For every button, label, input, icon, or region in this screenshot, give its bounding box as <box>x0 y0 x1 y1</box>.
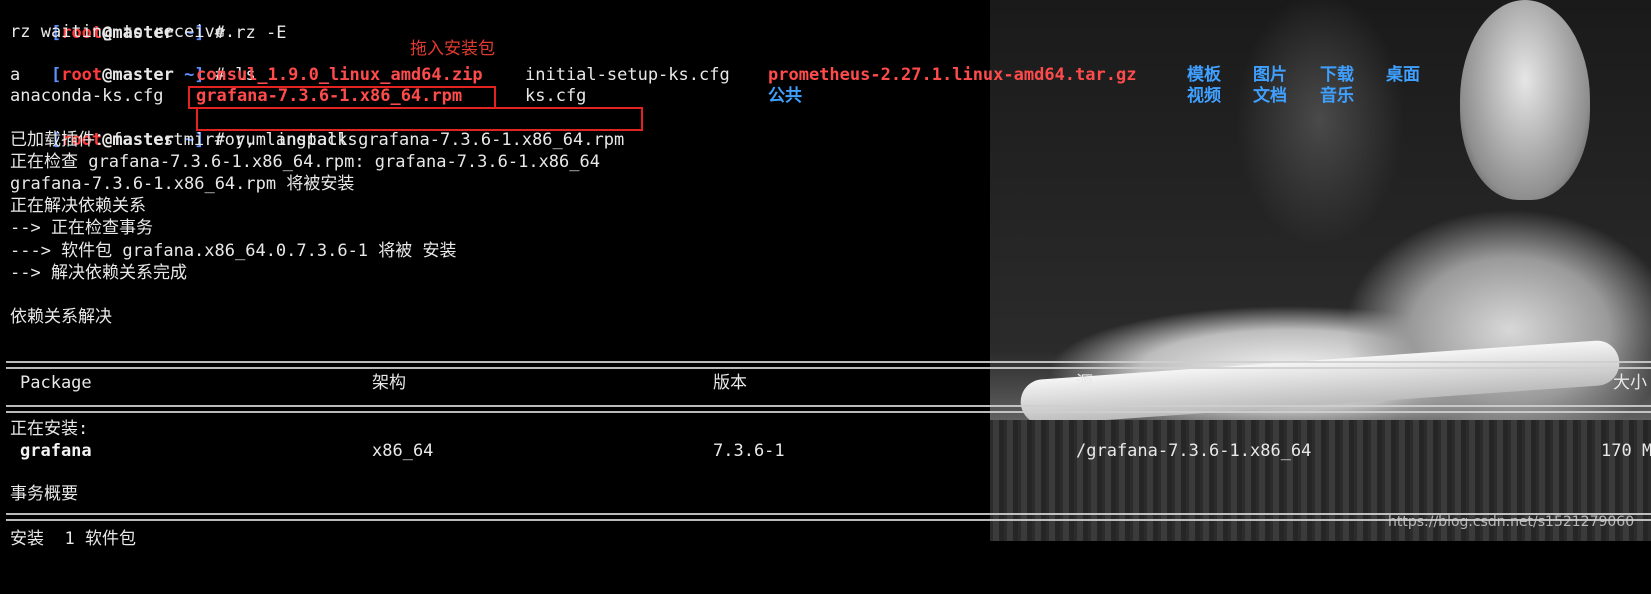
header-package: Package <box>20 373 92 393</box>
summary-title: 事务概要 <box>10 484 78 504</box>
header-size: 大小 <box>1613 373 1647 393</box>
annotation-drag-package: 拖入安装包 <box>410 39 495 59</box>
header-arch: 架构 <box>372 373 406 393</box>
prompt-line-rz: [root@master ~] # rz -E <box>10 0 287 43</box>
ls-dir-public: 公共 <box>768 86 802 106</box>
highlight-box-yum-command <box>196 107 643 131</box>
command-rz: rz -E <box>235 23 287 43</box>
ls-entry-prometheus: prometheus-2.27.1.linux-amd64.tar.gz <box>768 65 1137 85</box>
cell-version: 7.3.6-1 <box>713 441 785 461</box>
header-repo: 源 <box>1076 373 1093 393</box>
yum-output-line: 正在检查 grafana-7.3.6-1.x86_64.rpm: grafana… <box>10 152 600 172</box>
yum-output-line: 已加载插件：fastestmirror, langpacks <box>10 130 358 150</box>
terminal-window[interactable]: [root@master ~] # rz -E rz waiting to re… <box>0 0 1651 549</box>
ls-dir-videos: 视频 <box>1187 86 1221 106</box>
watermark: https://blog.csdn.net/s1521279060 <box>1388 514 1635 530</box>
ls-dir-documents: 文档 <box>1253 86 1287 106</box>
header-version: 版本 <box>713 373 747 393</box>
cell-arch: x86_64 <box>372 441 434 461</box>
ls-row-1: a consul_1.9.0_linux_amd64.zip initial-s… <box>0 64 1651 86</box>
summary-install-line: 安装 1 软件包 <box>10 529 136 549</box>
highlight-box-grafana-file <box>188 86 496 109</box>
ls-entry-consul: consul_1.9.0_linux_amd64.zip <box>196 65 483 85</box>
cell-repo: /grafana-7.3.6-1.x86_64 <box>1076 441 1312 461</box>
separator-rule <box>6 361 1651 369</box>
ls-dir-pictures: 图片 <box>1253 65 1287 85</box>
table-header-row: Package 架构 版本 源 大小 <box>0 372 1651 394</box>
ls-entry-ks: ks.cfg <box>525 86 587 106</box>
ls-dir-templates: 模板 <box>1187 65 1221 85</box>
ls-entry-a: a <box>10 65 21 85</box>
table-row: grafana x86_64 7.3.6-1 /grafana-7.3.6-1.… <box>0 440 1651 462</box>
yum-output-line: 依赖关系解决 <box>10 307 112 327</box>
ls-dir-downloads: 下载 <box>1320 65 1354 85</box>
yum-output-line: --> 解决依赖关系完成 <box>10 263 187 283</box>
yum-output-line: grafana-7.3.6-1.x86_64.rpm 将被安装 <box>10 174 355 194</box>
ls-entry-anaconda: anaconda-ks.cfg <box>10 86 164 106</box>
ls-entry-initial-setup: initial-setup-ks.cfg <box>525 65 730 85</box>
cell-package: grafana <box>20 441 92 461</box>
table-section-label: 正在安装: <box>10 419 89 439</box>
prompt-line-ls: [root@master ~] # ls <box>10 42 256 85</box>
separator-rule <box>6 405 1651 413</box>
rz-output: rz waiting to receive. <box>10 22 236 42</box>
yum-output-line: --> 正在检查事务 <box>10 218 153 238</box>
ls-dir-music: 音乐 <box>1320 86 1354 106</box>
yum-output-line: 正在解决依赖关系 <box>10 196 146 216</box>
ls-dir-desktop: 桌面 <box>1386 65 1420 85</box>
yum-output-line: ---> 软件包 grafana.x86_64.0.7.3.6-1 将被 安装 <box>10 241 457 261</box>
cell-size: 170 M <box>1601 441 1651 461</box>
